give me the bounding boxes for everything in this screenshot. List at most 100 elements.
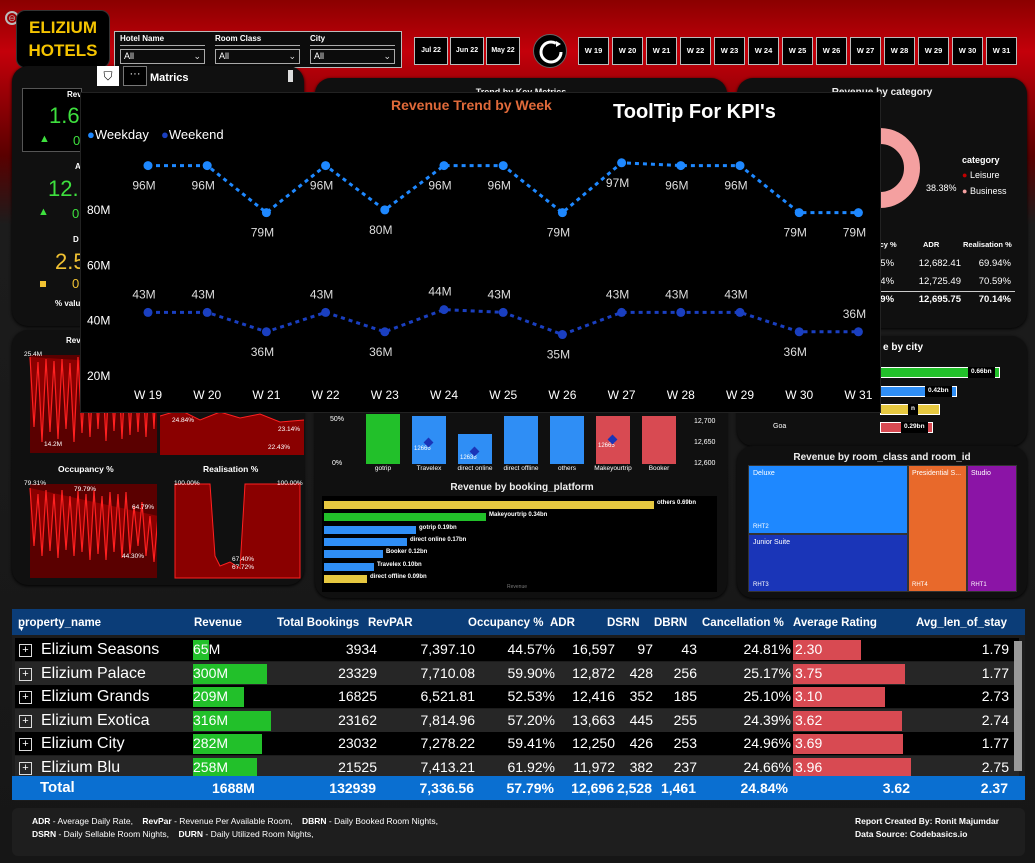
- booking-bar[interactable]: [324, 574, 367, 583]
- expand-plus-icon[interactable]: +: [19, 714, 32, 728]
- th-dsrn[interactable]: DSRN: [607, 613, 640, 635]
- platform-bar[interactable]: [366, 414, 400, 464]
- real-a-label: 100.00%: [174, 480, 200, 487]
- city-select[interactable]: All ⌄: [310, 49, 395, 64]
- week-button-w26[interactable]: W 26: [816, 37, 847, 65]
- expand-plus-icon[interactable]: +: [19, 691, 32, 704]
- booking-title: Revenue by booking_platform: [450, 482, 594, 493]
- platform-bar[interactable]: [642, 416, 676, 464]
- legend-leisure[interactable]: ● Leisure: [962, 170, 999, 180]
- month-button-jun22[interactable]: Jun 22: [450, 37, 484, 65]
- dsrn-kpi-card[interactable]: D 2.5 0 % valu: [22, 230, 86, 314]
- booking-bar[interactable]: [324, 513, 486, 522]
- expand-plus-icon[interactable]: +: [19, 738, 32, 751]
- week-button-w20[interactable]: W 20: [612, 37, 643, 65]
- booking-bar[interactable]: [324, 562, 374, 571]
- treemap-title: Revenue by room_class and room_id: [793, 452, 971, 463]
- treemap-studio[interactable]: Studio RHT1: [967, 465, 1017, 592]
- revenue-kpi-card[interactable]: Rev 1.6 ▲ 0: [22, 88, 82, 152]
- room-class-select[interactable]: All ⌄: [215, 49, 300, 64]
- legend-business[interactable]: ● Business: [962, 186, 1006, 196]
- total-stay: 2.37: [980, 780, 1008, 796]
- filter-icon[interactable]: ⛉: [97, 66, 119, 86]
- expand-plus-icon[interactable]: +: [19, 761, 32, 775]
- x-tick-label: W 26: [548, 388, 576, 402]
- booking-bar[interactable]: [324, 537, 407, 546]
- th-revenue[interactable]: Revenue: [194, 613, 242, 635]
- th-adr[interactable]: ADR: [550, 613, 575, 635]
- th-avg-len-stay[interactable]: Avg_len_of_stay: [916, 613, 1007, 635]
- table-row[interactable]: + Elizium Palace 300M 23329 7,710.08 59.90% 12…: [15, 661, 1019, 685]
- platform-bar[interactable]: [550, 416, 584, 464]
- month-button-jul22[interactable]: Jul 22: [414, 37, 448, 65]
- table-row[interactable]: + Elizium City 282M 23032 7,278.22 59.41% 12,2…: [15, 732, 1019, 755]
- property-name: Elizium City: [41, 735, 125, 752]
- city-slicer[interactable]: City All ⌄: [310, 34, 395, 64]
- week-button-w30[interactable]: W 30: [952, 37, 983, 65]
- category-th-1: ADR: [923, 240, 940, 249]
- expand-plus-icon[interactable]: +: [19, 644, 32, 657]
- logo-line1: ELIZIUM: [29, 18, 97, 37]
- booking-bar[interactable]: [324, 525, 416, 534]
- platform-bar[interactable]: [504, 416, 538, 464]
- category-divider: [875, 291, 1015, 292]
- data-label: 44M: [428, 285, 451, 299]
- adr-kpi-card[interactable]: A 12. ▲ 0: [22, 158, 82, 226]
- booking-bar[interactable]: [324, 550, 383, 559]
- week-button-w19[interactable]: W 19: [578, 37, 609, 65]
- th-total-bookings[interactable]: Total Bookings: [277, 613, 359, 635]
- data-point-weekend: [439, 305, 449, 315]
- table-scrollbar[interactable]: [1014, 641, 1022, 771]
- booking-bar[interactable]: [324, 501, 654, 509]
- table-row[interactable]: + Elizium Seasons 65M 3934 7,397.10 44.57% 16,…: [15, 638, 1019, 661]
- th-occupancy[interactable]: Occupancy %: [468, 613, 543, 635]
- treemap-junior-suite[interactable]: Junior Suite RHT3: [748, 534, 908, 592]
- th-dbrn[interactable]: DBRN: [654, 613, 687, 635]
- week-button-w22[interactable]: W 22: [680, 37, 711, 65]
- more-options-icon[interactable]: ···: [123, 66, 147, 86]
- treemap-deluxe[interactable]: Deluxe RHT2: [748, 465, 908, 534]
- th-property-name[interactable]: property_name: [18, 613, 101, 635]
- occupancy-mini-title: Occupancy %: [58, 464, 114, 474]
- week-button-w27[interactable]: W 27: [850, 37, 881, 65]
- th-average-rating[interactable]: Average Rating: [793, 613, 877, 635]
- week-button-w29[interactable]: W 29: [918, 37, 949, 65]
- week-button-w21[interactable]: W 21: [646, 37, 677, 65]
- scrollbar[interactable]: [288, 70, 293, 82]
- week-button-w25[interactable]: W 25: [782, 37, 813, 65]
- th-revpar[interactable]: RevPAR: [368, 613, 413, 635]
- data-point-weekday: [794, 208, 804, 218]
- booking-bar-label: Booker 0.12bn: [386, 549, 428, 556]
- week-button-w31[interactable]: W 31: [986, 37, 1017, 65]
- table-total-row: Total 1688M 132939 7,336.56 57.79% 12,69…: [12, 776, 1025, 800]
- sort-arrow-icon[interactable]: ▼: [18, 626, 25, 633]
- week-button-w28[interactable]: W 28: [884, 37, 915, 65]
- revpar-value: 7,278.22: [420, 735, 476, 751]
- hotel-name-select[interactable]: All ⌄: [120, 49, 205, 64]
- hotel-name-slicer[interactable]: Hotel Name All ⌄: [120, 34, 205, 64]
- week-button-w23[interactable]: W 23: [714, 37, 745, 65]
- expand-plus-icon[interactable]: +: [19, 667, 32, 681]
- treemap-presidential[interactable]: Presidential S... RHT4: [908, 465, 967, 592]
- room-class-slicer[interactable]: Room Class All ⌄: [215, 34, 300, 64]
- adr-value: 12,416: [572, 688, 615, 704]
- stay-value: 2.73: [981, 688, 1009, 704]
- credit-name: Ronit Majumdar: [934, 816, 1000, 826]
- dsrn-value: 428: [629, 664, 653, 681]
- x-tick-label: W 20: [193, 388, 221, 402]
- th-cancellation[interactable]: Cancellation %: [702, 613, 784, 635]
- tooltip-chart: Revenue Trend by Week ToolTip For KPI's …: [80, 92, 881, 413]
- source-name: Codebasics.io: [909, 829, 968, 839]
- table-row[interactable]: + Elizium Grands 209M 16825 6,521.81 52.53% 12…: [15, 685, 1019, 708]
- week-button-w24[interactable]: W 24: [748, 37, 779, 65]
- occupancy-value: 52.53%: [507, 688, 555, 704]
- revenue-value: 282M: [193, 735, 229, 751]
- reset-filters-icon[interactable]: [533, 34, 567, 68]
- property-name: Elizium Palace: [41, 664, 146, 682]
- month-button-may22[interactable]: May 22: [486, 37, 520, 65]
- data-label: 36M: [784, 345, 807, 359]
- table-row[interactable]: + Elizium Exotica 316M 23162 7,814.96 57.20% 1…: [15, 708, 1019, 732]
- revpar-value: 7,397.10: [420, 641, 476, 657]
- data-point-weekday: [557, 208, 567, 218]
- real-c-label: 67.40%: [232, 556, 255, 563]
